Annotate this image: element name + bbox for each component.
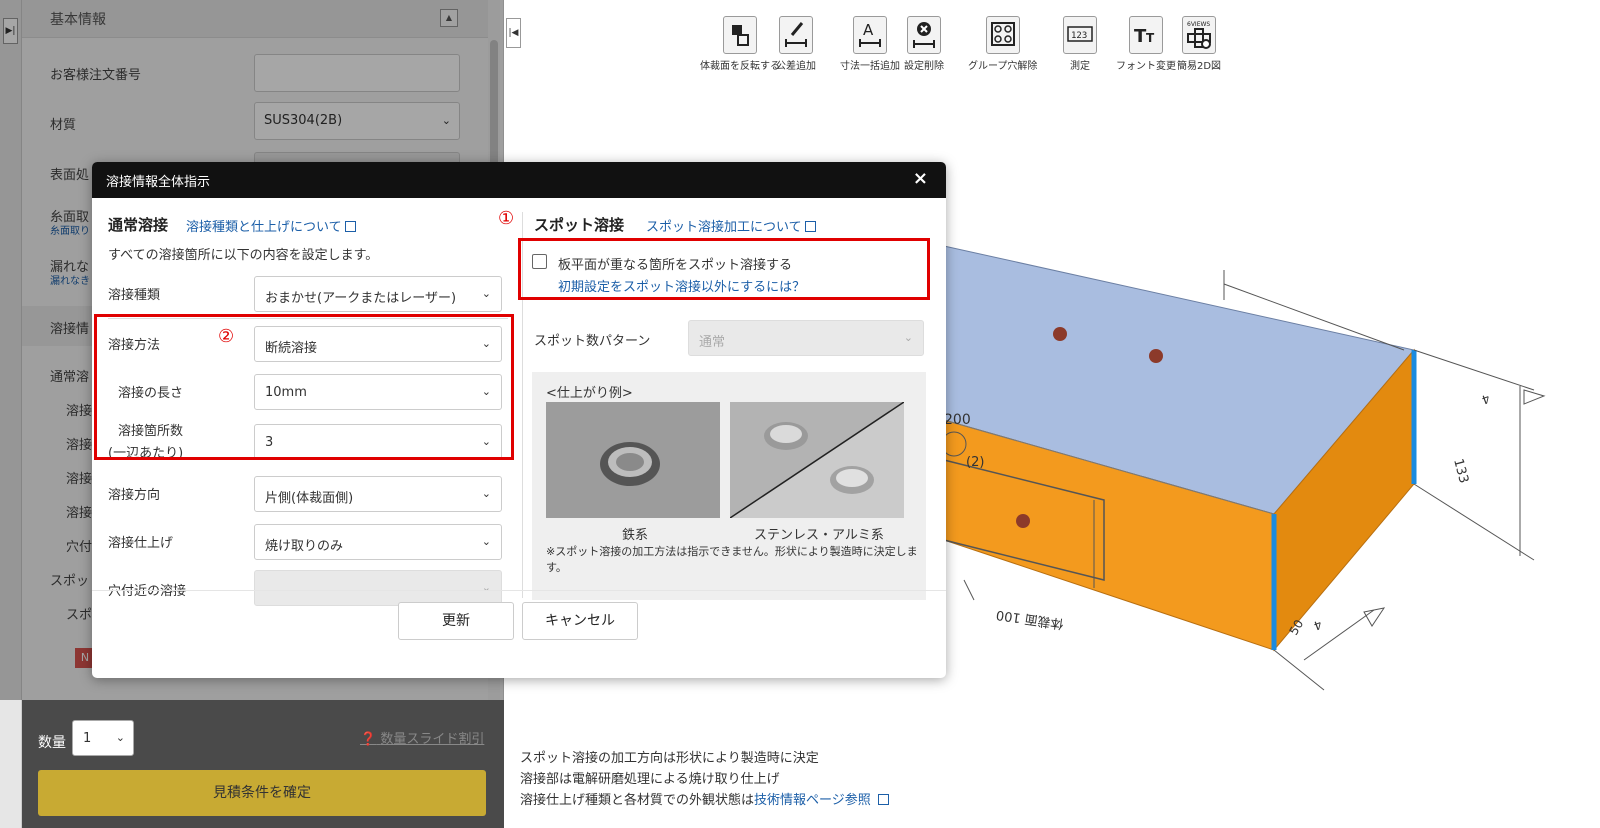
hole-weld-select[interactable]: ⌄ xyxy=(254,570,502,606)
footer-divider xyxy=(92,590,946,591)
marker-2: ② xyxy=(218,326,235,347)
toolbar-label: 体裁面を反転する xyxy=(700,61,780,72)
weld-type-label: 溶接種類 xyxy=(108,288,161,303)
weld-type-value: おまかせ(アークまたはレーザー) xyxy=(265,291,457,306)
dimension-133: 133 xyxy=(1450,457,1471,485)
quantity-select[interactable]: 1 ⌄ xyxy=(72,720,134,756)
normal-weld-title: 通常溶接 xyxy=(108,216,169,234)
chevron-down-icon: ⌄ xyxy=(903,331,913,344)
spot-weld-checkbox-label[interactable]: 板平面が重なる箇所をスポット溶接する xyxy=(558,254,792,273)
stainless-spot-photo xyxy=(730,402,904,518)
info-line: 溶接仕上げ種類と各材質での外観状態は技術情報ページ参照 xyxy=(520,790,889,811)
external-link-icon xyxy=(344,221,356,232)
finish-example-box: <仕上がり例> 鉄系 ステンレス・アルミ系 ※スポット溶接の加工方法は指示できま… xyxy=(532,372,926,600)
dimension-4a: 4 xyxy=(1480,391,1492,407)
dimension-icon: A xyxy=(853,16,887,54)
marker-1: ① xyxy=(498,208,515,229)
weld-types-link-text: 溶接種類と仕上げについて xyxy=(186,220,342,235)
spot-weld-link-text: スポット溶接加工について xyxy=(646,220,802,235)
toolbar-six-views[interactable]: 6VIEWS 簡易2D図 xyxy=(1177,16,1221,72)
modal-header: 溶接情報全体指示 × xyxy=(92,162,946,198)
toolbar-label: 設定削除 xyxy=(904,61,944,72)
weld-direction-select[interactable]: 片側(体裁面側) ⌄ xyxy=(254,476,502,512)
toolbar-delete-setting[interactable]: 設定削除 xyxy=(904,16,944,72)
font-icon: TT xyxy=(1129,16,1163,54)
info-notes: スポット溶接の加工方向は形状により製造時に決定 溶接部は電解研磨処理による焼け取… xyxy=(520,748,889,811)
weld-finish-value: 焼け取りのみ xyxy=(265,539,344,554)
external-link-icon xyxy=(877,794,889,805)
six-views-badge: 6VIEWS xyxy=(1187,21,1210,28)
iron-caption: 鉄系 xyxy=(622,528,649,543)
toolbar-label: 測定 xyxy=(1070,61,1090,72)
collapse-viewer-icon[interactable]: |◀ xyxy=(506,18,521,48)
toolbar-label: グループ穴解除 xyxy=(968,61,1038,72)
external-link-icon xyxy=(804,221,816,232)
spot-weld-link[interactable]: スポット溶接加工について xyxy=(646,216,816,235)
quantity-label: 数量 xyxy=(38,735,66,751)
order-footer: 数量 1 ⌄ ❓ 数量スライド割引 見積条件を確定 xyxy=(22,700,504,828)
toolbar-font[interactable]: TT フォント変更 xyxy=(1116,16,1176,72)
normal-weld-desc: すべての溶接箇所に以下の内容を設定します。 xyxy=(108,248,379,263)
quantity-value: 1 xyxy=(83,731,92,746)
weld-settings-modal: 溶接情報全体指示 × 通常溶接 溶接種類と仕上げについて すべての溶接箇所に以下… xyxy=(92,162,946,678)
quantity-discount-link[interactable]: ❓ 数量スライド割引 xyxy=(360,728,484,747)
tolerance-icon xyxy=(779,16,813,54)
weld-finish-label: 溶接仕上げ xyxy=(108,536,174,551)
toolbar-measure[interactable]: 123 測定 xyxy=(1063,16,1097,72)
spot-pattern-label: スポット数パターン xyxy=(534,334,651,349)
quantity-discount-text: 数量スライド割引 xyxy=(380,732,485,747)
cancel-button[interactable]: キャンセル xyxy=(522,602,638,640)
svg-text:123: 123 xyxy=(1071,31,1087,41)
info-line-text: 溶接仕上げ種類と各材質での外観状態は xyxy=(520,793,755,808)
dimension-2: (2) xyxy=(966,455,984,470)
chevron-down-icon: ⌄ xyxy=(481,487,491,500)
stainless-caption: ステンレス・アルミ系 xyxy=(754,528,884,543)
svg-text:T: T xyxy=(1146,31,1155,45)
weld-types-link[interactable]: 溶接種類と仕上げについて xyxy=(186,216,356,235)
weld-direction-value: 片側(体裁面側) xyxy=(265,491,354,506)
weld-type-select[interactable]: おまかせ(アークまたはレーザー) ⌄ xyxy=(254,276,502,312)
toolbar-dimension[interactable]: A 寸法一括追加 xyxy=(840,16,900,72)
toolbar-label: フォント変更 xyxy=(1116,61,1176,72)
spot-default-link[interactable]: 初期設定をスポット溶接以外にするには？ xyxy=(558,276,805,295)
chevron-down-icon: ⌄ xyxy=(481,287,491,300)
svg-text:A: A xyxy=(863,21,874,39)
iron-spot-photo xyxy=(546,402,720,518)
modal-title: 溶接情報全体指示 xyxy=(106,175,211,190)
dimension-100-face: 体裁面 100 xyxy=(995,607,1065,632)
delete-setting-icon xyxy=(907,16,941,54)
dimension-4b: 4 xyxy=(1312,617,1324,633)
toolbar-label: 簡易2D図 xyxy=(1177,61,1222,72)
update-button[interactable]: 更新 xyxy=(398,602,514,640)
finish-title: <仕上がり例> xyxy=(546,386,633,401)
toolbar-tolerance[interactable]: 公差追加 xyxy=(776,16,816,72)
toolbar-label: 公差追加 xyxy=(776,61,816,72)
info-line: 溶接部は電解研磨処理による焼け取り仕上げ xyxy=(520,772,780,787)
chevron-down-icon: ⌄ xyxy=(481,535,491,548)
weld-direction-label: 溶接方向 xyxy=(108,488,161,503)
flip-icon xyxy=(723,16,757,54)
spot-pattern-value: 通常 xyxy=(699,335,726,350)
help-icon: ❓ xyxy=(360,732,377,747)
toolbar-group-hole[interactable]: グループ穴解除 xyxy=(968,16,1037,72)
tech-info-link[interactable]: 技術情報ページ参照 xyxy=(754,793,871,808)
dimension-200: 200 xyxy=(944,412,971,428)
spot-weld-checkbox[interactable] xyxy=(532,254,547,269)
measure-icon: 123 xyxy=(1063,16,1097,54)
toolbar-flip[interactable]: 体裁面を反転する xyxy=(700,16,780,72)
toolbar-label: 寸法一括追加 xyxy=(840,61,900,72)
six-views-icon: 6VIEWS xyxy=(1182,16,1217,54)
chevron-down-icon: ⌄ xyxy=(481,581,491,594)
spot-note: ※スポット溶接の加工方法は指示できません。形状により製造時に決定します。 xyxy=(546,545,918,574)
confirm-quote-button[interactable]: 見積条件を確定 xyxy=(38,770,486,816)
chevron-down-icon: ⌄ xyxy=(115,731,125,744)
info-line: スポット溶接の加工方向は形状により製造時に決定 xyxy=(520,751,819,766)
close-icon[interactable]: × xyxy=(913,168,928,189)
spot-pattern-select[interactable]: 通常 ⌄ xyxy=(688,320,924,356)
weld-finish-select[interactable]: 焼け取りのみ ⌄ xyxy=(254,524,502,560)
spot-weld-title: スポット溶接 xyxy=(534,216,625,234)
group-hole-icon xyxy=(985,16,1020,54)
highlight-box-2 xyxy=(94,314,514,460)
